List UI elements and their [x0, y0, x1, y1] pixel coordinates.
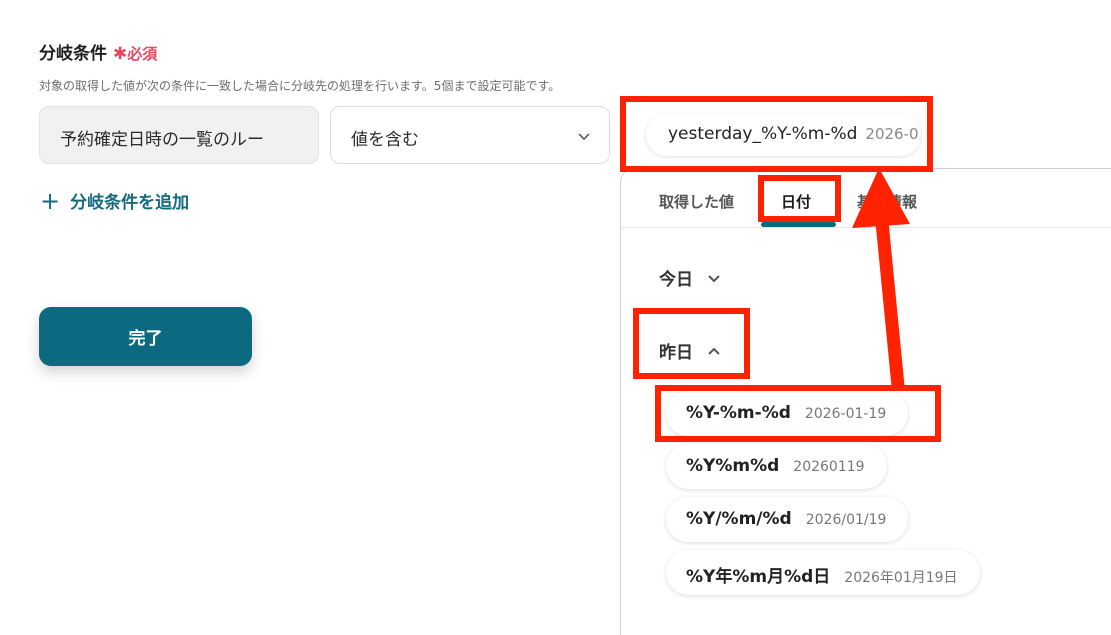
annotation-arrow-icon	[852, 168, 910, 387]
